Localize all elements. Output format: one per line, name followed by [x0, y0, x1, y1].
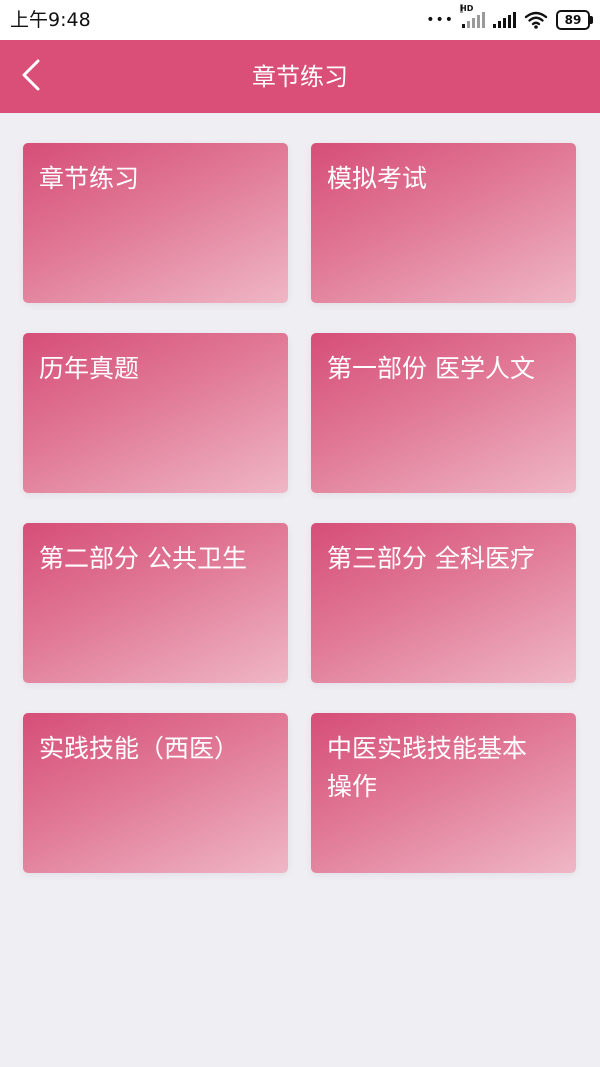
card-part-two-public-health[interactable]: 第二部分 公共卫生: [23, 523, 288, 683]
hd-label: HD: [460, 4, 474, 13]
page-title: 章节练习: [252, 63, 348, 91]
card-label: 第二部分 公共卫生: [39, 544, 247, 573]
card-practical-skills-western[interactable]: 实践技能（西医）: [23, 713, 288, 873]
more-dots-icon: •••: [426, 12, 454, 28]
wifi-icon: [524, 11, 548, 29]
cell-signal-icon: HD: [460, 4, 485, 28]
battery-icon: 89: [556, 10, 593, 30]
card-chapter-practice[interactable]: 章节练习: [23, 143, 288, 303]
card-label: 模拟考试: [327, 164, 428, 193]
card-label: 章节练习: [39, 164, 140, 193]
app-header: 章节练习: [0, 40, 600, 113]
card-label: 中医实践技能基本 操作: [327, 734, 528, 801]
card-label: 实践技能（西医）: [39, 734, 240, 763]
card-part-three-general-medicine[interactable]: 第三部分 全科医疗: [311, 523, 576, 683]
card-tcm-practical-skills[interactable]: 中医实践技能基本 操作: [311, 713, 576, 873]
card-past-exams[interactable]: 历年真题: [23, 333, 288, 493]
card-label: 第一部份 医学人文: [327, 354, 535, 383]
card-label: 第三部分 全科医疗: [327, 544, 535, 573]
card-label: 历年真题: [39, 354, 140, 383]
status-time: 上午9:48: [10, 9, 91, 31]
status-bar: 上午9:48 ••• HD 89: [0, 0, 600, 40]
status-icons: ••• HD 89: [426, 4, 593, 32]
cell-signal-icon: [493, 12, 516, 28]
card-mock-exam[interactable]: 模拟考试: [311, 143, 576, 303]
card-part-one-medical-humanities[interactable]: 第一部份 医学人文: [311, 333, 576, 493]
